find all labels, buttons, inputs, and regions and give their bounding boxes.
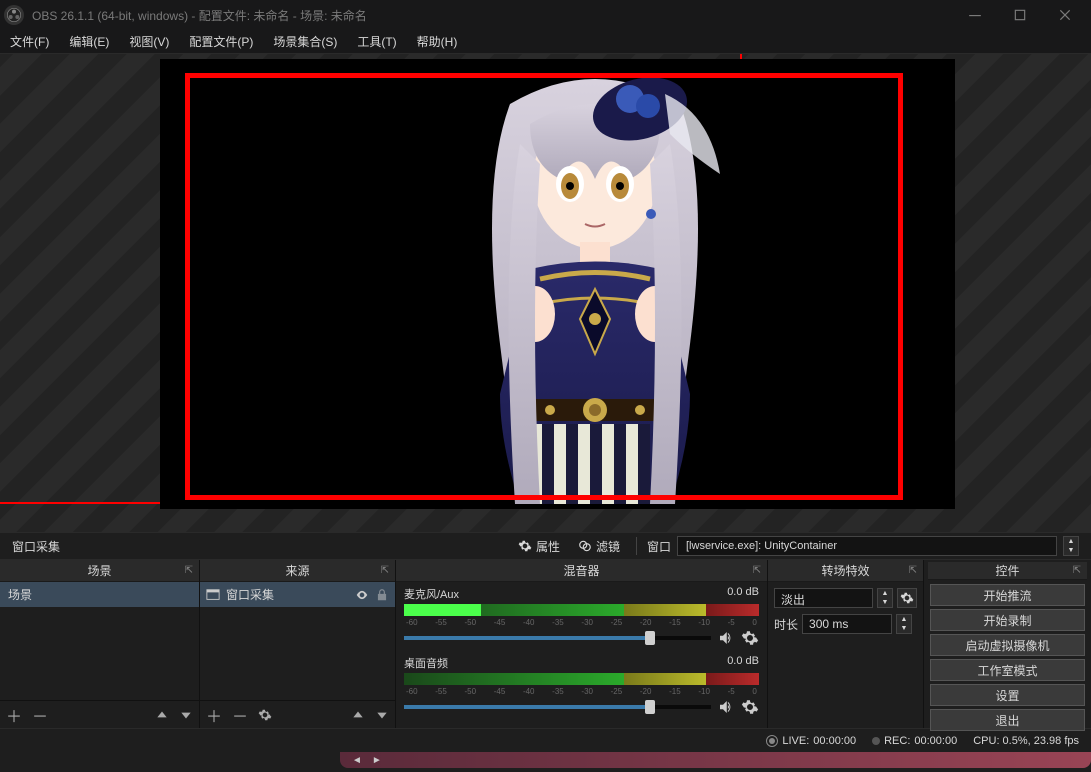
controls-title: 控件 [995,562,1019,579]
chevron-down-icon: ▼ [1064,546,1078,555]
menu-help[interactable]: 帮助(H) [407,30,468,53]
transitions-title: 转场特效 [821,562,869,579]
menu-view[interactable]: 视图(V) [119,30,179,53]
transitions-panel: 转场特效 ⇱ 淡出 ▲▼ 时长 300 ms ▲▼ [768,560,924,728]
remove-source-button[interactable]: － [232,703,248,727]
menu-profile[interactable]: 配置文件(P) [179,30,263,53]
nav-fwd-icon[interactable]: ► [372,755,382,766]
window-select[interactable]: [lwservice.exe]: UnityContainer [677,536,1057,556]
filters-label: 滤镜 [596,538,620,555]
popout-icon[interactable]: ⇱ [909,565,917,576]
maximize-button[interactable] [997,0,1042,30]
filters-button[interactable]: 滤镜 [572,536,626,557]
window-title: OBS 26.1.1 (64-bit, windows) - 配置文件: 未命名… [32,7,952,24]
preview-area[interactable] [0,54,1091,532]
source-selection-box[interactable] [185,73,903,500]
popout-icon[interactable]: ⇱ [1073,565,1081,576]
add-scene-button[interactable]: ＋ [6,703,22,727]
obs-logo-icon [4,5,24,25]
scene-down-button[interactable] [179,708,193,722]
cpu-status: CPU: 0.5%, 23.98 fps [973,735,1079,747]
control-button-0[interactable]: 开始推流 [930,584,1085,606]
duration-spinner[interactable]: ▲▼ [896,614,912,634]
control-button-2[interactable]: 启动虚拟摄像机 [930,634,1085,656]
close-button[interactable] [1042,0,1087,30]
live-status: LIVE: 00:00:00 [766,735,856,747]
remove-scene-button[interactable]: － [32,703,48,727]
properties-button[interactable]: 属性 [512,536,566,557]
mixer-channel: 麦克风/Aux 0.0 dB -60-55-50-45-40-35-30-25-2… [396,582,767,651]
popout-icon[interactable]: ⇱ [185,565,193,576]
rec-status: REC: 00:00:00 [872,735,957,747]
rec-indicator-icon [872,737,880,745]
popout-icon[interactable]: ⇱ [753,565,761,576]
speaker-icon[interactable] [717,698,735,716]
window-select-spinner[interactable]: ▲▼ [1063,536,1079,556]
speaker-icon[interactable] [717,629,735,647]
scene-item[interactable]: 场景 [0,582,199,607]
control-button-3[interactable]: 工作室模式 [930,659,1085,681]
source-settings-button[interactable] [258,708,272,722]
control-button-5[interactable]: 退出 [930,709,1085,731]
window-capture-icon [206,588,220,602]
mixer-title: 混音器 [563,562,599,579]
control-button-4[interactable]: 设置 [930,684,1085,706]
channel-db: 0.0 dB [727,655,759,671]
sources-title: 来源 [285,562,309,579]
source-down-button[interactable] [375,708,389,722]
transition-select[interactable]: 淡出 [774,588,873,608]
sources-panel: 来源 ⇱ 窗口采集 ＋ － [200,560,396,728]
controls-panel: 控件 ⇱ 开始推流开始录制启动虚拟摄像机工作室模式设置退出 [924,560,1091,728]
vu-ticks: -60-55-50-45-40-35-30-25-20-15-10-50 [404,618,759,627]
channel-settings-icon[interactable] [741,629,759,647]
channel-name: 麦克风/Aux [404,586,459,602]
chevron-up-icon: ▲ [1064,537,1078,546]
channel-name: 桌面音频 [404,655,448,671]
volume-slider[interactable] [404,705,711,709]
source-up-button[interactable] [351,708,365,722]
properties-label: 属性 [536,538,560,555]
menubar: 文件(F) 编辑(E) 视图(V) 配置文件(P) 场景集合(S) 工具(T) … [0,30,1091,54]
window-field-label: 窗口 [647,538,671,555]
volume-slider[interactable] [404,636,711,640]
source-item[interactable]: 窗口采集 [200,582,395,607]
scenes-title: 场景 [87,562,111,579]
menu-edit[interactable]: 编辑(E) [59,30,119,53]
channel-db: 0.0 dB [727,586,759,602]
mixer-channel: 桌面音频 0.0 dB -60-55-50-45-40-35-30-25-20-1… [396,651,767,720]
menu-file[interactable]: 文件(F) [0,30,59,53]
transition-spinner[interactable]: ▲▼ [877,588,893,608]
popout-icon[interactable]: ⇱ [381,565,389,576]
scenes-panel: 场景 ⇱ 场景 ＋ － [0,560,200,728]
nav-back-icon[interactable]: ◄ [352,755,362,766]
vu-meter [404,673,759,685]
lock-icon[interactable] [375,588,389,602]
taskbar-strip: ◄ ► [340,752,1091,768]
control-button-1[interactable]: 开始录制 [930,609,1085,631]
titlebar: OBS 26.1.1 (64-bit, windows) - 配置文件: 未命名… [0,0,1091,30]
vu-ticks: -60-55-50-45-40-35-30-25-20-15-10-50 [404,687,759,696]
menu-scenecol[interactable]: 场景集合(S) [263,30,347,53]
menu-tools[interactable]: 工具(T) [347,30,406,53]
live-indicator-icon [766,735,778,747]
source-toolbar-label: 窗口采集 [12,538,60,555]
add-source-button[interactable]: ＋ [206,703,222,727]
minimize-button[interactable] [952,0,997,30]
visibility-icon[interactable] [355,588,369,602]
source-item-label: 窗口采集 [226,586,274,603]
source-toolbar: 窗口采集 属性 滤镜 窗口 [lwservice.exe]: UnityCont… [0,532,1091,560]
vu-meter [404,604,759,616]
transition-settings-button[interactable] [897,588,917,608]
channel-settings-icon[interactable] [741,698,759,716]
mixer-panel: 混音器 ⇱ 麦克风/Aux 0.0 dB -60-55-50-45-40-35-30… [396,560,768,728]
scene-up-button[interactable] [155,708,169,722]
duration-label: 时长 [774,616,798,633]
duration-input[interactable]: 300 ms [802,614,892,634]
